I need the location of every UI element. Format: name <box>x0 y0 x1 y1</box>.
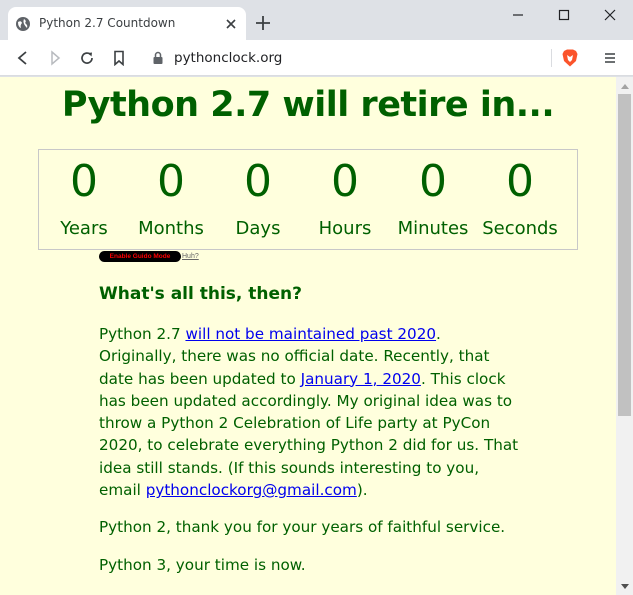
maintenance-link[interactable]: will not be maintained past 2020 <box>185 325 436 343</box>
intro-paragraph: Python 2.7 will not be maintained past 2… <box>99 323 519 501</box>
brave-lion-icon[interactable] <box>560 48 580 68</box>
browser-tab[interactable]: Python 2.7 Countdown <box>8 7 246 40</box>
scroll-thumb[interactable] <box>618 94 631 416</box>
intro-text-1: Python 2.7 <box>99 325 186 343</box>
url-text: pythonclock.org <box>174 50 283 66</box>
bookmark-icon <box>114 50 124 66</box>
window-close-button[interactable] <box>587 0 633 30</box>
tab-title: Python 2.7 Countdown <box>39 16 176 30</box>
close-icon[interactable] <box>224 17 238 31</box>
countdown-value: 0 <box>506 156 534 207</box>
section-heading: What's all this, then? <box>99 284 303 304</box>
intro-text-3: . This clock has been updated accordingl… <box>99 369 519 500</box>
title-bar: Python 2.7 Countdown <box>0 0 633 40</box>
page-content: Python 2.7 will retire in... 0 Years 0 M… <box>0 77 616 595</box>
address-bar-divider <box>551 49 552 67</box>
countdown-label: Minutes <box>397 218 469 239</box>
huh-link[interactable]: Huh? <box>182 251 199 262</box>
date-link[interactable]: January 1, 2020 <box>301 370 421 388</box>
scroll-up-button[interactable] <box>616 77 633 94</box>
countdown-label: Hours <box>318 218 372 239</box>
enable-guido-mode-button[interactable]: Enable Guido Mode <box>99 251 181 262</box>
browser-toolbar: pythonclock.org <box>0 40 633 76</box>
scroll-down-button[interactable] <box>616 578 633 595</box>
scroll-up-icon <box>620 83 629 89</box>
reload-button[interactable] <box>77 48 97 68</box>
countdown-panel: 0 Years 0 Months 0 Days 0 Hours 0 Minute… <box>38 149 578 250</box>
address-bar[interactable]: pythonclock.org <box>141 44 591 72</box>
countdown-label: Days <box>235 218 281 239</box>
email-link[interactable]: pythonclockorg@gmail.com <box>146 481 357 499</box>
countdown-label: Years <box>60 218 108 239</box>
countdown-label: Seconds <box>482 218 558 239</box>
minimize-icon <box>513 14 523 16</box>
bookmark-button[interactable] <box>109 48 129 68</box>
countdown-minutes: 0 Minutes <box>388 150 478 249</box>
scroll-down-icon <box>620 583 629 589</box>
maximize-icon <box>558 9 570 21</box>
countdown-years: 0 Years <box>39 150 129 249</box>
page-title: Python 2.7 will retire in... <box>61 85 555 125</box>
countdown-months: 0 Months <box>126 150 216 249</box>
countdown-days: 0 Days <box>213 150 303 249</box>
forward-arrow-icon <box>51 50 61 66</box>
countdown-seconds: 0 Seconds <box>475 150 565 249</box>
globe-icon <box>16 17 30 31</box>
countdown-value: 0 <box>157 156 185 207</box>
reload-icon <box>81 52 93 64</box>
countdown-value: 0 <box>331 156 359 207</box>
countdown-hours: 0 Hours <box>300 150 390 249</box>
minimize-button[interactable] <box>495 0 541 30</box>
vertical-scrollbar[interactable] <box>616 77 633 595</box>
forward-button[interactable] <box>45 48 65 68</box>
maximize-button[interactable] <box>541 0 587 30</box>
intro-text-4: ). <box>356 481 368 500</box>
menu-button[interactable] <box>600 48 620 68</box>
countdown-value: 0 <box>419 156 447 207</box>
back-arrow-icon <box>17 51 27 65</box>
countdown-label: Months <box>138 218 204 239</box>
python3-paragraph: Python 3, your time is now. <box>99 556 306 574</box>
plus-icon[interactable] <box>254 14 272 32</box>
lock-icon <box>153 51 163 64</box>
kebab-menu-icon <box>605 53 615 63</box>
countdown-value: 0 <box>70 156 98 207</box>
back-button[interactable] <box>13 48 33 68</box>
window-close-icon <box>604 9 616 21</box>
countdown-value: 0 <box>244 156 272 207</box>
thanks-paragraph: Python 2, thank you for your years of fa… <box>99 518 506 536</box>
